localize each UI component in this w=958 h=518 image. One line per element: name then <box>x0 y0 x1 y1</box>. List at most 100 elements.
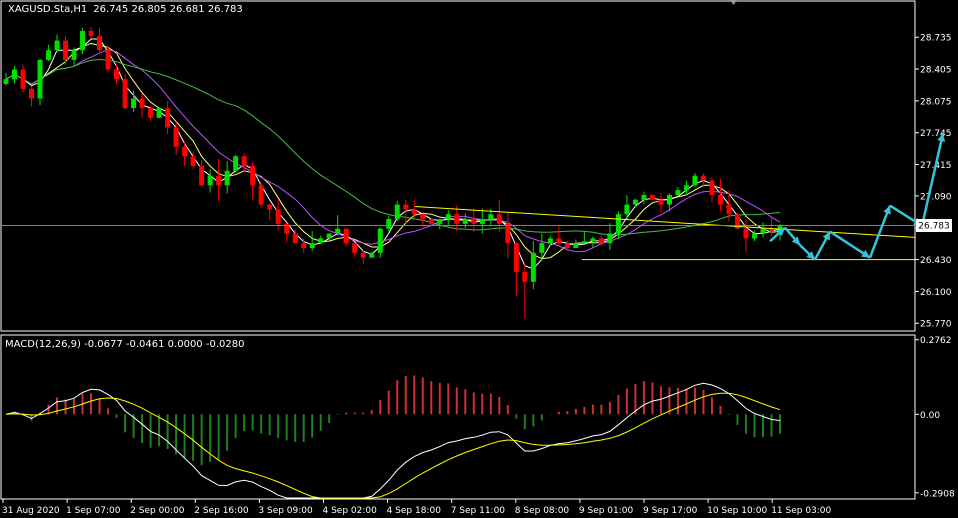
time-tick-label: 7 Sep 11:00 <box>451 506 506 516</box>
candle-body <box>54 40 60 51</box>
candle-body <box>428 219 434 224</box>
candle-body <box>258 185 264 205</box>
time-tick-label: 9 Sep 17:00 <box>643 506 698 516</box>
candle-body <box>751 233 757 239</box>
candle-body <box>641 194 647 200</box>
macd-label: MACD(12,26,9) -0.0677 -0.0461 0.0000 -0.… <box>5 339 244 350</box>
candle-body <box>156 108 162 118</box>
candle-body <box>105 50 111 70</box>
time-tick-label: 2 Sep 16:00 <box>194 506 249 516</box>
candle-body <box>573 243 579 248</box>
candle-body <box>394 204 400 220</box>
candle-body <box>233 156 239 171</box>
candle-body <box>437 219 443 224</box>
price-tick-label: 26.100 <box>920 288 952 298</box>
time-tick-label: 4 Sep 18:00 <box>387 506 442 516</box>
candle-body <box>352 243 358 253</box>
candle-body <box>454 214 460 224</box>
candle-body <box>530 252 536 282</box>
macd-tick-label: 0.00 <box>920 411 940 421</box>
candle-body <box>496 214 502 224</box>
time-tick-label: 4 Sep 02:00 <box>323 506 378 516</box>
candle-body <box>632 199 638 205</box>
price-tick-label: 28.735 <box>920 34 952 44</box>
candle-body <box>386 219 392 229</box>
candle-body <box>488 214 494 220</box>
chart-title: XAGUSD.Sta,H1 26.745 26.805 26.681 26.783 <box>8 4 243 15</box>
candle-body <box>131 98 137 109</box>
price-tick-label: 27.745 <box>920 129 952 139</box>
candle-body <box>700 175 706 181</box>
time-tick-label: 8 Sep 08:00 <box>515 506 570 516</box>
candle-body <box>12 69 18 80</box>
candle-body <box>148 108 154 118</box>
candle-body <box>471 219 477 224</box>
candle-body <box>343 228 349 244</box>
time-tick-label: 2 Sep 00:00 <box>130 506 185 516</box>
candle-body <box>445 214 451 220</box>
candle-body <box>624 204 630 215</box>
candle-body <box>309 243 315 248</box>
candle-body <box>360 252 366 258</box>
candle-body <box>403 204 409 210</box>
candle-body <box>207 175 213 186</box>
candle-body <box>292 233 298 244</box>
candle-body <box>97 35 103 51</box>
time-tick-label: 1 Sep 07:00 <box>66 506 121 516</box>
candle-body <box>173 127 179 147</box>
candle-body <box>182 146 188 157</box>
candle-body <box>241 156 247 166</box>
candle-body <box>29 88 35 99</box>
candle-body <box>743 228 749 239</box>
candle-body <box>556 238 562 244</box>
current-price-marker: 26.783 <box>916 219 952 233</box>
candle-body <box>275 209 281 224</box>
candle-body <box>607 233 613 244</box>
candle-body <box>165 108 171 128</box>
candle-body <box>692 175 698 186</box>
candle-body <box>3 79 9 84</box>
candle-body <box>369 252 375 258</box>
candle-body <box>326 233 332 239</box>
candle-body <box>80 30 86 51</box>
time-tick-label: 11 Sep 03:00 <box>771 506 831 516</box>
macd-tick-label: 0.2762 <box>920 336 952 346</box>
candle-body <box>63 40 69 60</box>
candle-body <box>122 79 128 109</box>
candle-body <box>598 238 604 244</box>
candle-body <box>479 219 485 224</box>
candle-body <box>683 185 689 191</box>
candle-body <box>462 219 468 224</box>
candle-body <box>709 180 715 195</box>
candle-body <box>216 175 222 186</box>
time-tick-label: 3 Sep 09:00 <box>258 506 313 516</box>
candle-body <box>114 69 120 80</box>
candle-body <box>547 238 553 244</box>
candle-body <box>420 214 426 220</box>
candle-body <box>649 194 655 200</box>
candle-body <box>250 166 256 186</box>
candle-body <box>335 228 341 234</box>
candle-body <box>88 30 94 36</box>
candle-body <box>581 241 587 244</box>
candle-body <box>615 214 621 234</box>
candle-body <box>666 194 672 205</box>
price-tick-label: 26.430 <box>920 256 952 266</box>
candle-body <box>522 272 528 282</box>
candle-body <box>726 204 732 215</box>
candle-body <box>590 238 596 242</box>
price-tick-label: 28.075 <box>920 97 952 107</box>
candle-body <box>37 59 43 99</box>
time-tick-label: 9 Sep 01:00 <box>579 506 634 516</box>
candle-body <box>224 170 230 186</box>
candle-body <box>20 69 26 89</box>
candle-body <box>267 204 273 210</box>
candle-body <box>564 243 570 248</box>
candle-body <box>675 190 681 195</box>
chart-canvas: 28.73528.40528.07527.74527.41527.09026.7… <box>0 0 958 518</box>
candle-body <box>377 228 383 253</box>
candle-body <box>717 194 723 205</box>
candle-body <box>301 243 307 248</box>
candle-body <box>768 228 774 232</box>
time-tick-label: 31 Aug 2020 <box>2 506 60 516</box>
